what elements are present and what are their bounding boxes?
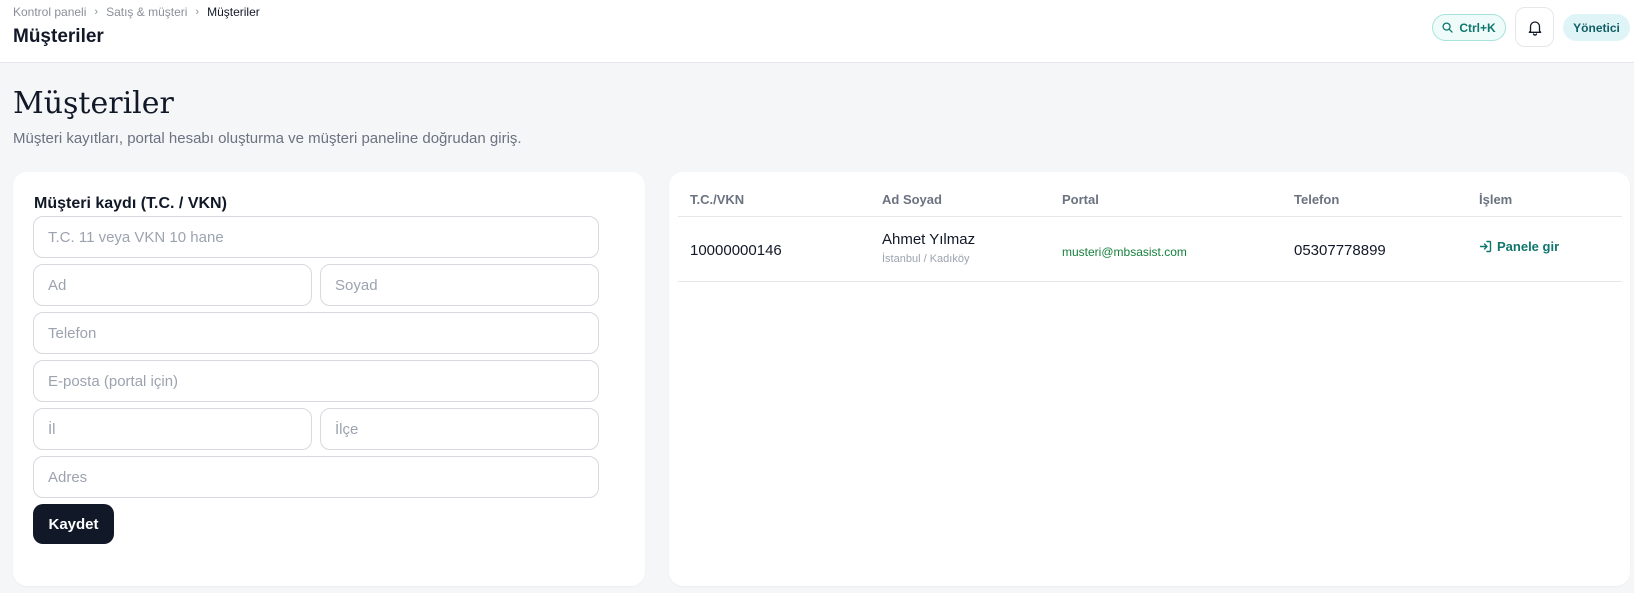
- last-name-field[interactable]: [320, 264, 599, 306]
- column-header-phone: Telefon: [1294, 192, 1340, 207]
- save-button[interactable]: Kaydet: [33, 504, 114, 544]
- top-bar: Kontrol paneli › Satış & müşteri › Müşte…: [0, 0, 1634, 63]
- column-header-tc-vkn: T.C./VKN: [690, 192, 745, 207]
- district-field[interactable]: [320, 408, 599, 450]
- enter-panel-button[interactable]: Panele gir: [1479, 239, 1559, 254]
- first-name-field[interactable]: [33, 264, 312, 306]
- cell-portal-email[interactable]: musteri@mbsasist.com: [1062, 245, 1187, 259]
- bell-icon: [1528, 20, 1541, 36]
- cell-phone: 05307778899: [1294, 242, 1386, 259]
- column-header-name: Ad Soyad: [882, 192, 942, 207]
- customer-form-card: Müşteri kaydı (T.C. / VKN) Kaydet: [13, 172, 645, 586]
- enter-panel-label: Panele gir: [1497, 239, 1560, 254]
- email-field[interactable]: [33, 360, 599, 402]
- breadcrumb: Kontrol paneli › Satış & müşteri › Müşte…: [13, 5, 260, 19]
- tc-vkn-field[interactable]: [33, 216, 599, 258]
- column-header-action: İşlem: [1479, 192, 1513, 207]
- chevron-right-icon: ›: [94, 6, 99, 18]
- search-shortcut-label: Ctrl+K: [1459, 20, 1496, 35]
- city-field[interactable]: [33, 408, 312, 450]
- notifications-button[interactable]: [1515, 7, 1554, 47]
- customer-table-card: T.C./VKN Ad Soyad Portal Telefon İşlem 1…: [669, 172, 1630, 586]
- search-shortcut-button[interactable]: Ctrl+K: [1432, 14, 1506, 41]
- header-title: Müşteriler: [13, 26, 104, 47]
- phone-field[interactable]: [33, 312, 599, 354]
- cell-name: Ahmet Yılmaz: [882, 231, 976, 248]
- breadcrumb-item-current: Müşteriler: [207, 5, 260, 19]
- cell-tc-vkn: 10000000146: [690, 242, 782, 259]
- breadcrumb-item-sales[interactable]: Satış & müşteri: [106, 5, 187, 19]
- form-title: Müşteri kaydı (T.C. / VKN): [34, 195, 227, 212]
- login-arrow-icon: [1479, 240, 1492, 253]
- search-icon: [1442, 22, 1454, 33]
- table-row: 10000000146 Ahmet Yılmaz İstanbul / Kadı…: [678, 217, 1622, 281]
- column-header-portal: Portal: [1062, 192, 1099, 207]
- address-field[interactable]: [33, 456, 599, 498]
- cell-location: İstanbul / Kadıköy: [882, 253, 970, 265]
- page-subtitle: Müşteri kayıtları, portal hesabı oluştur…: [13, 130, 522, 147]
- page-title: Müşteriler: [13, 86, 174, 121]
- chevron-right-icon: ›: [195, 6, 200, 18]
- breadcrumb-item-dashboard[interactable]: Kontrol paneli: [13, 5, 86, 19]
- user-role-badge[interactable]: Yönetici: [1563, 14, 1630, 41]
- table-row-divider: [678, 281, 1622, 282]
